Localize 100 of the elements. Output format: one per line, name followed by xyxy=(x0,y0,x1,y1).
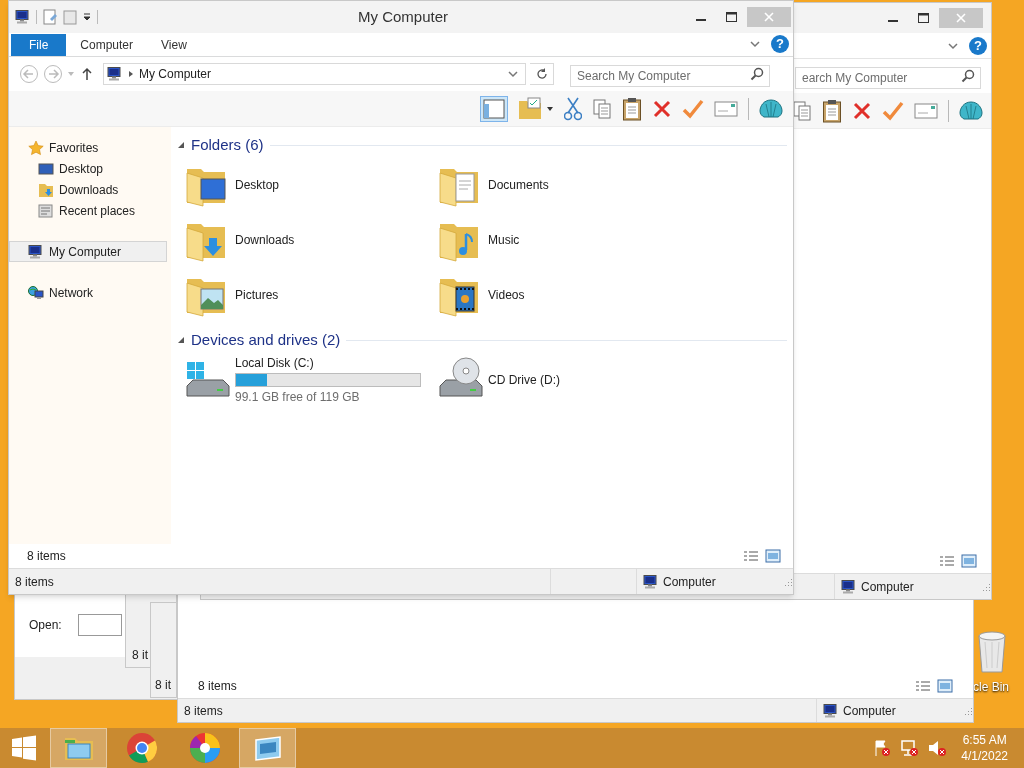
clipboard-icon[interactable] xyxy=(822,98,842,123)
computer-icon xyxy=(841,578,857,595)
refresh-icon[interactable] xyxy=(535,68,548,80)
forward-icon[interactable] xyxy=(43,64,63,84)
folder-label[interactable]: Desktop xyxy=(235,175,280,194)
folder-label[interactable]: Pictures xyxy=(235,285,279,304)
item-count: 8 items xyxy=(27,548,66,565)
large-icons-view-icon[interactable] xyxy=(961,554,977,568)
close-icon[interactable] xyxy=(956,13,966,23)
card-icon[interactable] xyxy=(914,102,938,119)
window-title: My Computer xyxy=(357,6,449,27)
folder-label[interactable]: Music xyxy=(488,230,520,249)
resize-grip-icon[interactable] xyxy=(963,705,973,716)
search-field[interactable]: Search My Computer xyxy=(570,65,770,87)
delete-icon[interactable] xyxy=(852,100,872,121)
details-view-icon[interactable] xyxy=(939,555,955,567)
computer-icon xyxy=(643,573,659,590)
copy-icon[interactable] xyxy=(792,99,812,122)
resize-grip-icon[interactable] xyxy=(981,581,991,592)
item-count: 8 items xyxy=(198,678,237,695)
copy-icon[interactable] xyxy=(592,97,612,120)
search-field[interactable]: earch My Computer xyxy=(795,67,981,89)
address-bar[interactable]: My Computer xyxy=(103,63,526,85)
computer-icon xyxy=(107,66,123,82)
nav-label: Recent places xyxy=(59,202,136,220)
shell-icon[interactable] xyxy=(759,97,783,120)
status-text: 8 it xyxy=(132,647,148,664)
nav-item[interactable]: My Computer xyxy=(9,241,167,262)
nav-label: Desktop xyxy=(59,160,104,178)
search-icon[interactable] xyxy=(961,69,975,83)
back-icon[interactable] xyxy=(19,64,39,84)
chevron-down-icon[interactable] xyxy=(507,70,519,78)
volume-muted-icon[interactable] xyxy=(927,739,948,757)
computer-icon xyxy=(28,243,44,260)
computer-icon xyxy=(823,702,839,719)
properties-icon[interactable] xyxy=(42,9,58,25)
open-label: Open: xyxy=(29,617,62,634)
drive-label[interactable]: Local Disk (C:) xyxy=(235,353,421,372)
nav-label: Downloads xyxy=(59,181,119,199)
nav-label: My Computer xyxy=(49,243,122,261)
status-text: 8 items xyxy=(183,702,224,720)
checkmark-icon[interactable] xyxy=(682,98,704,119)
nav-item[interactable]: Desktop xyxy=(9,158,167,179)
address-path: My Computer xyxy=(139,66,213,83)
status-location: Computer xyxy=(663,573,717,591)
status-location: Computer xyxy=(843,702,897,720)
folder-options-icon[interactable] xyxy=(518,96,554,121)
collapse-icon[interactable] xyxy=(177,141,185,149)
nav-item[interactable]: Network xyxy=(9,282,167,303)
folder-label[interactable]: Downloads xyxy=(235,230,295,249)
computer-icon xyxy=(15,9,31,25)
details-view-icon[interactable] xyxy=(915,680,931,692)
folder-label[interactable]: Videos xyxy=(488,285,525,304)
ribbon-tab[interactable]: File xyxy=(11,34,67,56)
status-text: 8 it xyxy=(155,677,171,694)
drive-space: 99.1 GB free of 119 GB xyxy=(235,388,361,406)
resize-grip-icon[interactable] xyxy=(783,576,793,587)
ribbon-tab[interactable]: View xyxy=(147,34,201,56)
status-text: 8 items xyxy=(9,569,551,594)
breadcrumb-arrow-icon[interactable] xyxy=(128,70,134,78)
ribbon-tab[interactable]: Computer xyxy=(66,34,148,56)
open-field[interactable] xyxy=(77,614,122,636)
clipboard-icon[interactable] xyxy=(622,96,642,121)
start-icon[interactable] xyxy=(10,734,38,762)
checkmark-icon[interactable] xyxy=(882,100,904,121)
nav-label: Favorites xyxy=(49,139,99,157)
chevron-down-icon[interactable] xyxy=(947,41,959,50)
folder-label[interactable]: Documents xyxy=(488,175,549,194)
collapse-icon[interactable] xyxy=(177,336,185,344)
search-icon[interactable] xyxy=(750,67,764,81)
network-icon[interactable] xyxy=(899,739,920,757)
star-icon xyxy=(28,139,44,156)
shell-icon[interactable] xyxy=(959,99,983,122)
delete-icon[interactable] xyxy=(652,98,672,119)
taskbar-button[interactable] xyxy=(239,728,296,768)
status-location: Computer xyxy=(861,578,915,596)
recent-places-icon xyxy=(38,202,54,219)
nav-item[interactable]: Downloads xyxy=(9,179,167,200)
nav-item[interactable]: Favorites xyxy=(9,137,167,158)
large-icons-view-icon[interactable] xyxy=(937,679,953,693)
group-header[interactable]: Devices and drives (2) xyxy=(191,328,341,352)
refresh-button[interactable] xyxy=(530,63,554,85)
help-button[interactable]: ? xyxy=(771,35,789,53)
details-view-icon[interactable] xyxy=(743,550,759,562)
caret-icon[interactable] xyxy=(82,12,92,22)
preview-pane-icon[interactable] xyxy=(480,95,508,122)
large-icons-view-icon[interactable] xyxy=(765,549,781,563)
card-icon[interactable] xyxy=(714,100,738,117)
help-button[interactable]: ? xyxy=(969,36,987,55)
network-icon xyxy=(28,284,44,301)
flag-icon[interactable] xyxy=(873,739,892,757)
group-header[interactable]: Folders (6) xyxy=(191,133,264,157)
chevron-down-icon[interactable] xyxy=(749,40,761,48)
desktop-icon xyxy=(38,160,54,177)
drive-label[interactable]: CD Drive (D:) xyxy=(488,370,560,389)
nav-label: Network xyxy=(49,284,93,302)
scissors-icon[interactable] xyxy=(564,96,582,121)
downloads-icon xyxy=(38,181,54,198)
close-icon[interactable] xyxy=(764,12,774,22)
nav-item[interactable]: Recent places xyxy=(9,200,167,221)
